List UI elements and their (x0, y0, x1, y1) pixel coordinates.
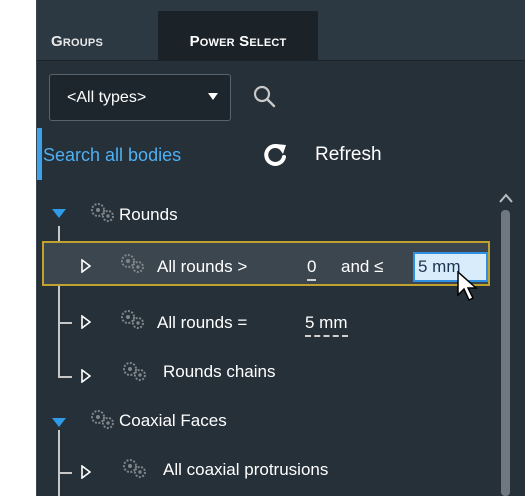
search-all-accent-bar (37, 128, 42, 180)
rounds-range-mid: and ≤ (341, 257, 384, 276)
expand-arrow-icon[interactable] (52, 418, 66, 427)
search-all-bodies-link[interactable]: Search all bodies (43, 145, 181, 166)
collapsed-arrow-icon[interactable] (81, 369, 91, 383)
power-select-panel: Groups Power Select <All types> Search a… (36, 0, 525, 496)
tree-line-coaxial (58, 430, 60, 496)
chevron-down-icon (208, 93, 218, 100)
tree-branch (58, 376, 72, 378)
gears-icon (91, 410, 114, 429)
gears-icon (121, 310, 144, 329)
refresh-button[interactable]: Refresh (315, 144, 382, 166)
tree-group-rounds[interactable]: Rounds (119, 205, 178, 225)
collapsed-arrow-icon[interactable] (81, 315, 91, 329)
expand-arrow-icon[interactable] (52, 209, 66, 218)
scrollbar-thumb[interactable] (501, 210, 510, 496)
tree-branch (58, 322, 72, 324)
tree-group-coaxial-faces[interactable]: Coaxial Faces (119, 411, 227, 431)
gears-icon (91, 203, 114, 222)
min-radius-value[interactable]: 0 (307, 257, 317, 281)
tree-item-rounds-chains[interactable]: Rounds chains (163, 362, 275, 382)
type-filter-dropdown[interactable]: <All types> (49, 74, 231, 121)
gears-icon (123, 459, 146, 478)
tab-power-select[interactable]: Power Select (158, 11, 318, 60)
equal-radius-value[interactable]: 5 mm (305, 313, 348, 337)
gears-icon (123, 362, 146, 381)
tree-item-coaxial-protrusions[interactable]: All coaxial protrusions (163, 460, 328, 480)
refresh-icon[interactable] (261, 141, 289, 169)
tab-groups[interactable]: Groups (51, 11, 156, 60)
search-icon[interactable] (252, 85, 276, 109)
mouse-cursor-icon (457, 271, 478, 302)
rounds-range-prefix: All rounds > (157, 257, 248, 276)
tree-branch (58, 472, 72, 474)
gears-icon (121, 254, 144, 273)
collapsed-arrow-icon[interactable] (81, 465, 91, 479)
tab-strip: Groups Power Select (37, 0, 525, 60)
rounds-equal-label[interactable]: All rounds = (157, 313, 247, 333)
tab-divider (37, 60, 525, 61)
type-filter-value: <All types> (67, 89, 147, 106)
scroll-up-arrow-icon[interactable] (499, 192, 513, 204)
collapsed-arrow-icon[interactable] (81, 259, 91, 273)
